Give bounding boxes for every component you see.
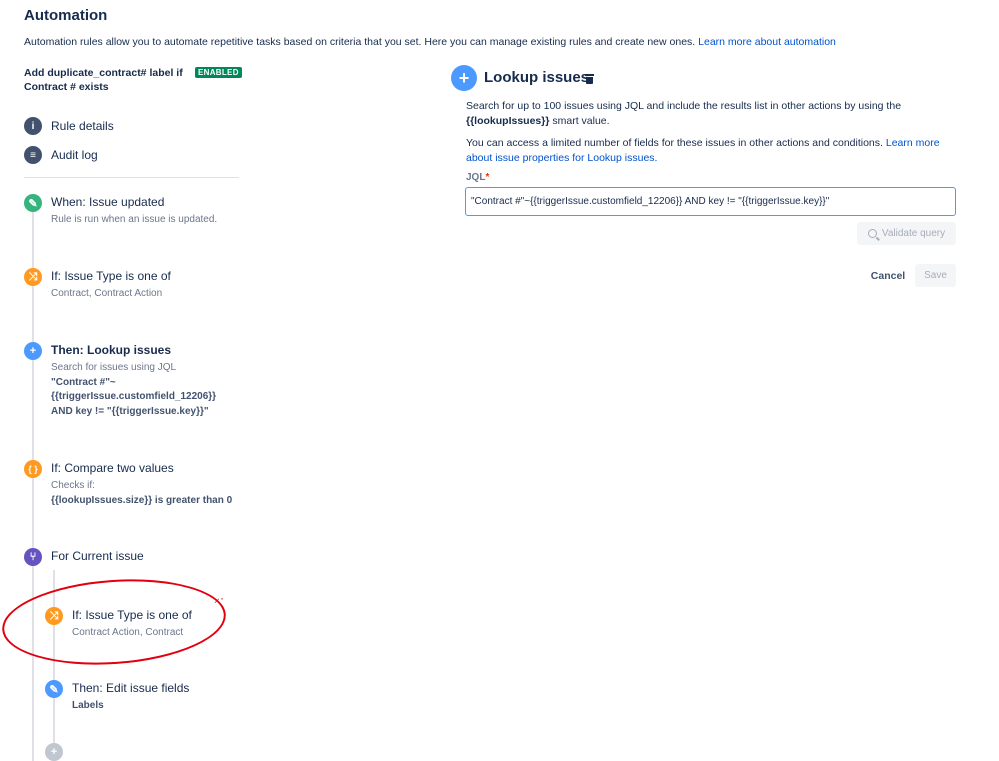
pencil-icon: ✎ [45, 680, 63, 698]
step-title: Then: Edit issue fields [72, 681, 190, 695]
intro-text: Automation rules allow you to automate r… [24, 36, 696, 48]
trash-icon[interactable] [585, 74, 594, 84]
step-title: Then: Lookup issues [51, 343, 172, 357]
plus-icon: + [45, 743, 63, 761]
desc-field: Labels [72, 700, 104, 711]
step-title: If: Compare two values [51, 461, 174, 475]
step-desc: Checks if: {{lookupIssues.size}} is grea… [51, 479, 232, 508]
note-text: You can access a limited number of field… [466, 137, 883, 149]
nav-audit-log[interactable]: ≡ Audit log [24, 146, 98, 164]
rule-name: Add duplicate_contract# label if Contrac… [24, 67, 183, 93]
plus-icon: + [451, 65, 477, 91]
nav-rule-details-label: Rule details [51, 119, 114, 133]
desc-line: {{triggerIssue.customfield_12206}} [51, 390, 216, 405]
page-title: Automation [24, 7, 108, 24]
info-icon: i [24, 117, 42, 135]
desc-smart-value: {{lookupIssues.size}} is greater than 0 [51, 494, 233, 506]
document-icon: ≡ [24, 146, 42, 164]
step-desc: Search for issues using JQL "Contract #"… [51, 361, 216, 419]
panel-title: Lookup issues [484, 69, 590, 86]
panel-description: Search for up to 100 issues using JQL an… [466, 99, 936, 129]
desc-line: {{lookupIssues.size}} is greater than 0 [51, 494, 232, 509]
nav-audit-log-label: Audit log [51, 148, 98, 162]
desc-text: smart value. [552, 115, 610, 127]
desc-line: "Contract #"~ [51, 376, 216, 391]
desc-text: Search for up to 100 issues using JQL an… [466, 100, 902, 112]
panel-note: You can access a limited number of field… [466, 136, 946, 166]
step-desc: Contract, Contract Action [51, 288, 163, 299]
step-title: For Current issue [51, 549, 144, 563]
save-button[interactable]: Save [915, 264, 956, 287]
desc-jql-3: AND key != "{{triggerIssue.key}}" [51, 405, 209, 417]
cancel-button[interactable]: Cancel [862, 264, 914, 287]
validate-query-button[interactable]: Validate query [857, 222, 956, 245]
smart-value: {{lookupIssues}} [466, 115, 550, 127]
required-mark: * [485, 172, 490, 183]
annotation-mark: ⸝· [214, 591, 224, 605]
desc-jql-2: {{triggerIssue.customfield_12206}} [51, 391, 217, 402]
shuffle-icon: ⤨ [24, 268, 42, 286]
desc-line: Search for issues using JQL [51, 362, 177, 373]
divider [24, 177, 239, 178]
step-desc: Rule is run when an issue is updated. [51, 214, 218, 225]
search-icon [867, 229, 877, 238]
page-intro: Automation rules allow you to automate r… [24, 36, 836, 48]
plus-icon: + [24, 342, 42, 360]
jql-label-text: JQL [466, 172, 486, 183]
braces-icon: { } [24, 460, 42, 478]
rule-timeline-line [32, 210, 34, 761]
status-badge: ENABLED [195, 67, 242, 78]
desc-line: AND key != "{{triggerIssue.key}}" [51, 405, 216, 420]
annotation-circle [0, 572, 229, 672]
validate-label: Validate query [881, 228, 946, 239]
desc-jql-1: "Contract #"~ [51, 376, 116, 388]
step-title: When: Issue updated [51, 195, 165, 209]
learn-more-link[interactable]: Learn more about automation [698, 36, 836, 48]
step-title: If: Issue Type is one of [51, 269, 171, 283]
step-desc: Labels [72, 699, 104, 714]
jql-input[interactable]: "Contract #"~{{triggerIssue.customfield_… [465, 187, 956, 216]
pencil-icon: ✎ [24, 194, 42, 212]
desc-line: Checks if: [51, 480, 95, 491]
branch-icon: ⑂ [24, 548, 42, 566]
jql-label: JQL* [466, 172, 489, 183]
nav-rule-details[interactable]: i Rule details [24, 117, 114, 135]
